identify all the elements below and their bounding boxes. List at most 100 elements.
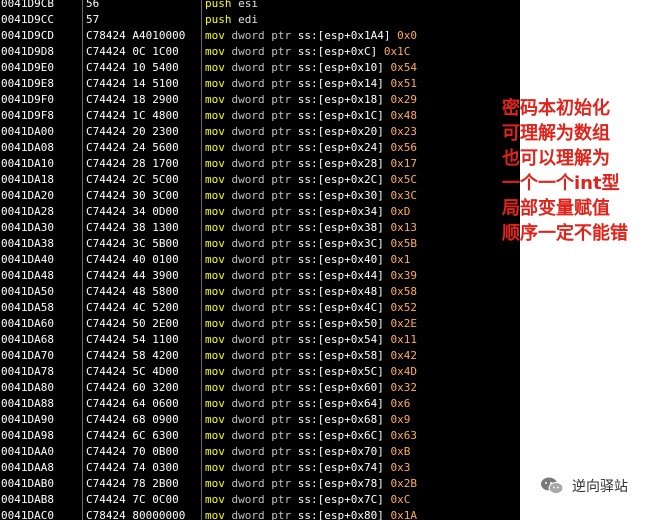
instruction-operand: ss:[esp+0x34] (297, 205, 384, 218)
disassembly-row[interactable]: 0041DA48 C74424 44 3900 mov dword ptr ss:[… (0, 268, 520, 284)
instruction-operand: ss:[esp+0x7C] (297, 493, 384, 506)
disassembly-row[interactable]: 0041DAC0 C78424 80000000 mov dword ptr ss:… (0, 508, 520, 520)
operand-size: dword ptr (231, 125, 292, 138)
disassembly-row[interactable]: 0041DAB8 C74424 7C 0C00 mov dword ptr ss:[… (0, 492, 520, 508)
annotation-line: 局部变量赋值 (502, 198, 610, 219)
immediate-value: 0x3C (390, 189, 417, 202)
instruction-address: 0041DA10 (1, 157, 54, 170)
operand-size: dword ptr (231, 493, 292, 506)
instruction-text: mov dword ptr ss:[esp+0x40],0x1 (205, 253, 411, 266)
instruction-text: mov dword ptr ss:[esp+0x14],0x51 (205, 77, 417, 90)
instruction-mnemonic: push (205, 0, 232, 10)
instruction-mnemonic: mov (205, 77, 225, 90)
instruction-hex: C74424 20 2300 (86, 125, 179, 138)
operand-size: dword ptr (231, 365, 292, 378)
instruction-mnemonic: mov (205, 45, 225, 58)
immediate-value: 0x58 (390, 285, 417, 298)
instruction-mnemonic: mov (205, 221, 225, 234)
instruction-mnemonic: mov (205, 301, 225, 314)
disassembly-row[interactable]: 0041DA68 C74424 54 1100 mov dword ptr ss:[… (0, 332, 520, 348)
immediate-value: 0x29 (390, 93, 417, 106)
instruction-text: mov dword ptr ss:[esp+0x58],0x42 (205, 349, 417, 362)
disassembly-row[interactable]: 0041DA78 C74424 5C 4D00 mov dword ptr ss:[… (0, 364, 520, 380)
disassembly-row[interactable]: 0041D9CB 56 push esi (0, 0, 520, 12)
disassembly-row[interactable]: 0041DA80 C74424 60 3200 mov dword ptr ss:[… (0, 380, 520, 396)
instruction-mnemonic: mov (205, 333, 225, 346)
instruction-mnemonic: mov (205, 493, 225, 506)
disassembly-row[interactable]: 0041DA28 C74424 34 0D00 mov dword ptr ss:[… (0, 204, 520, 220)
disassembly-row[interactable]: 0041DA70 C74424 58 4200 mov dword ptr ss:[… (0, 348, 520, 364)
instruction-address: 0041DA20 (1, 189, 54, 202)
operand-size: dword ptr (231, 333, 292, 346)
instruction-mnemonic: push (205, 13, 232, 26)
instruction-address: 0041DA48 (1, 269, 54, 282)
immediate-value: 0x4D (390, 365, 417, 378)
disassembly-row[interactable]: 0041DAA8 C74424 74 0300 mov dword ptr ss:[… (0, 460, 520, 476)
instruction-operand: esi (238, 0, 258, 10)
operand-size: dword ptr (231, 77, 292, 90)
instruction-address: 0041DA68 (1, 333, 54, 346)
disassembly-row[interactable]: 0041DA60 C74424 50 2E00 mov dword ptr ss:[… (0, 316, 520, 332)
instruction-address: 0041D9F0 (1, 93, 54, 106)
instruction-text: mov dword ptr ss:[esp+0x74],0x3 (205, 461, 411, 474)
immediate-value: 0x63 (390, 429, 417, 442)
immediate-value: 0x6 (390, 397, 411, 410)
disassembly-row[interactable]: 0041DA58 C74424 4C 5200 mov dword ptr ss:[… (0, 300, 520, 316)
instruction-operand: ss:[esp+0xC] (297, 45, 378, 58)
disassembly-row[interactable]: 0041D9F0 C74424 18 2900 mov dword ptr ss:[… (0, 92, 520, 108)
instruction-hex: C74424 58 4200 (86, 349, 179, 362)
disassembly-row[interactable]: 0041D9E0 C74424 10 5400 mov dword ptr ss:[… (0, 60, 520, 76)
disassembly-row[interactable]: 0041DA40 C74424 40 0100 mov dword ptr ss:[… (0, 252, 520, 268)
disassembly-row[interactable]: 0041D9E8 C74424 14 5100 mov dword ptr ss:[… (0, 76, 520, 92)
disassembly-row[interactable]: 0041DA18 C74424 2C 5C00 mov dword ptr ss:[… (0, 172, 520, 188)
immediate-value: 0x52 (390, 301, 417, 314)
instruction-text: mov dword ptr ss:[esp+0x34],0xD (205, 205, 411, 218)
disassembly-row[interactable]: 0041DA20 C74424 30 3C00 mov dword ptr ss:[… (0, 188, 520, 204)
disassembly-row[interactable]: 0041DA38 C74424 3C 5B00 mov dword ptr ss:[… (0, 236, 520, 252)
instruction-operand: ss:[esp+0x40] (297, 253, 384, 266)
disassembly-row[interactable]: 0041D9CC 57 push edi (0, 12, 520, 28)
disassembly-pane[interactable]: 0041D9CB 56 push esi 0041D9CC 57 push edi 0041… (0, 0, 520, 520)
instruction-text: mov dword ptr ss:[esp+0x28],0x17 (205, 157, 417, 170)
instruction-hex: C74424 4C 5200 (86, 301, 179, 314)
instruction-hex: 56 (86, 0, 100, 10)
disassembly-row[interactable]: 0041DAB0 C74424 78 2B00 mov dword ptr ss:[… (0, 476, 520, 492)
instruction-mnemonic: mov (205, 381, 225, 394)
operand-size: dword ptr (231, 237, 292, 250)
instruction-address: 0041DA80 (1, 381, 54, 394)
disassembly-row[interactable]: 0041DA08 C74424 24 5600 mov dword ptr ss:[… (0, 140, 520, 156)
disassembly-row[interactable]: 0041DA00 C74424 20 2300 mov dword ptr ss:[… (0, 124, 520, 140)
annotation-text: 密码本初始化 可理解为数组 也可以理解为 一个一个int型 局部变量赋值 顺序一… (502, 96, 652, 246)
immediate-value: 0xC (390, 493, 411, 506)
operand-size: dword ptr (231, 413, 292, 426)
immediate-value: 0x48 (390, 109, 417, 122)
operand-size: dword ptr (231, 141, 292, 154)
instruction-operand: ss:[esp+0x4C] (297, 301, 384, 314)
instruction-hex: C74424 60 3200 (86, 381, 179, 394)
instruction-address: 0041DAB8 (1, 493, 54, 506)
disassembly-row[interactable]: 0041DA98 C74424 6C 6300 mov dword ptr ss:[… (0, 428, 520, 444)
wechat-icon (541, 477, 564, 494)
instruction-hex: C74424 78 2B00 (86, 477, 179, 490)
operand-size: dword ptr (231, 461, 292, 474)
disassembly-row[interactable]: 0041DA30 C74424 38 1300 mov dword ptr ss:[… (0, 220, 520, 236)
operand-size: dword ptr (231, 429, 292, 442)
operand-size: dword ptr (231, 157, 292, 170)
disassembly-row[interactable]: 0041D9D8 C74424 0C 1C00 mov dword ptr ss:[… (0, 44, 520, 60)
disassembly-row[interactable]: 0041DA10 C74424 28 1700 mov dword ptr ss:[… (0, 156, 520, 172)
instruction-text: mov dword ptr ss:[esp+0x68],0x9 (205, 413, 411, 426)
disassembly-row[interactable]: 0041DAA0 C74424 70 0B00 mov dword ptr ss:[… (0, 444, 520, 460)
disassembly-row[interactable]: 0041DA50 C74424 48 5800 mov dword ptr ss:[… (0, 284, 520, 300)
disassembly-row[interactable]: 0041DA90 C74424 68 0900 mov dword ptr ss:[… (0, 412, 520, 428)
instruction-address: 0041D9E0 (1, 61, 54, 74)
instruction-hex: C74424 0C 1C00 (86, 45, 179, 58)
instruction-operand: ss:[esp+0x58] (297, 349, 384, 362)
disassembly-row[interactable]: 0041D9CD C78424 A4010000 mov dword ptr ss:… (0, 28, 520, 44)
disassembly-row[interactable]: 0041D9F8 C74424 1C 4800 mov dword ptr ss:[… (0, 108, 520, 124)
instruction-address: 0041D9E8 (1, 77, 54, 90)
instruction-text: mov dword ptr ss:[esp+0x70],0xB (205, 445, 411, 458)
instruction-mnemonic: mov (205, 269, 225, 282)
annotation-line: 顺序一定不能错 (502, 223, 628, 244)
disassembly-row[interactable]: 0041DA88 C74424 64 0600 mov dword ptr ss:[… (0, 396, 520, 412)
immediate-value: 0x5B (390, 237, 417, 250)
